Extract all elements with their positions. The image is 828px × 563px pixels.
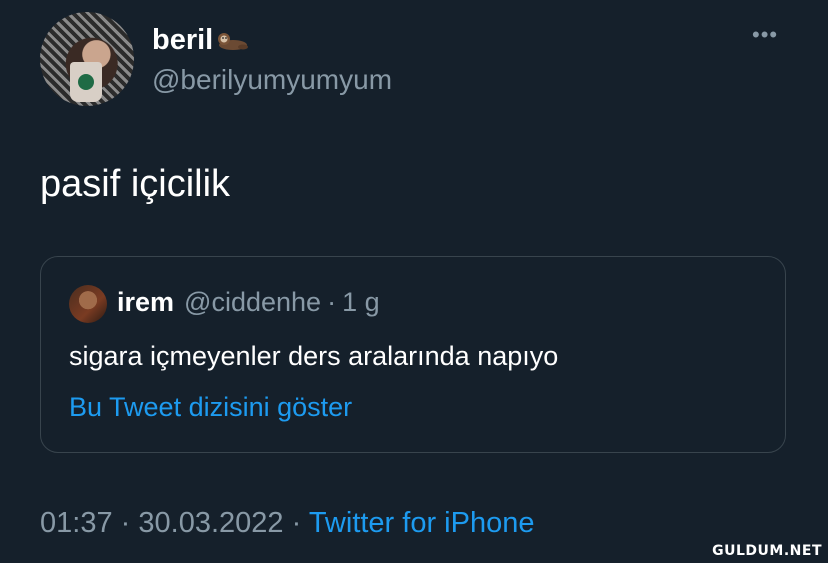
quoted-tweet-time: 1 g (342, 287, 380, 317)
author-handle[interactable]: @berilyumyumyum (152, 64, 392, 96)
tweet-text: pasif içicilik (40, 163, 231, 205)
quoted-author-avatar (69, 285, 107, 323)
separator-dot: · (120, 507, 131, 539)
author-name-row[interactable]: beril (152, 24, 249, 57)
separator-dot: · (327, 287, 337, 317)
watermark: GULDUM.NET (712, 543, 822, 559)
more-icon[interactable]: ••• (752, 22, 778, 48)
quoted-author-name: irem (117, 287, 175, 317)
tweet-source-link[interactable]: Twitter for iPhone (309, 507, 535, 539)
tweet-meta: 01:37 · 30.03.2022 · Twitter for iPhone (40, 507, 534, 540)
tweet-time: 01:37 (40, 507, 113, 539)
show-thread-link[interactable]: Bu Tweet dizisini göster (69, 392, 352, 423)
author-avatar[interactable] (40, 12, 134, 106)
otter-icon (215, 29, 249, 53)
tweet-date: 30.03.2022 (138, 507, 284, 539)
separator-dot: · (291, 507, 302, 539)
avatar-cup-logo (78, 74, 94, 90)
quoted-tweet-text: sigara içmeyenler ders aralarında napıyo (69, 341, 559, 371)
quoted-tweet-card[interactable]: irem @ciddenhe · 1 g sigara içmeyenler d… (40, 256, 786, 453)
quoted-tweet-header: irem @ciddenhe · 1 g (117, 287, 380, 318)
author-name: beril (152, 24, 214, 56)
quoted-author-handle: @ciddenhe (184, 287, 322, 317)
